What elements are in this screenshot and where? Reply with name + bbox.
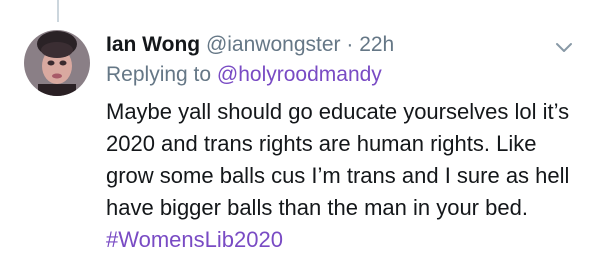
display-name[interactable]: Ian Wong — [106, 33, 200, 56]
reply-context: Replying to @holyroodmandy — [106, 60, 580, 90]
tweet[interactable]: Ian Wong @ianwongster · 22h Replying to … — [0, 0, 600, 256]
reply-prefix: Replying to — [106, 63, 212, 86]
tweet-body: Maybe yall should go educate yourselves … — [106, 99, 570, 220]
separator-dot: · — [346, 33, 354, 56]
timestamp[interactable]: 22h — [359, 33, 394, 56]
user-handle[interactable]: @ianwongster — [206, 33, 341, 56]
hashtag-link[interactable]: #WomensLib2020 — [106, 227, 283, 252]
tweet-text: Maybe yall should go educate yourselves … — [106, 96, 578, 256]
tweet-content: Ian Wong @ianwongster · 22h Replying to … — [106, 30, 580, 256]
reply-to-mention[interactable]: @holyroodmandy — [217, 63, 382, 86]
avatar-image — [24, 30, 90, 96]
chevron-down-icon[interactable] — [553, 36, 575, 58]
avatar[interactable] — [24, 30, 90, 96]
tweet-header: Ian Wong @ianwongster · 22h — [106, 30, 580, 60]
thread-connector-line — [57, 0, 59, 22]
